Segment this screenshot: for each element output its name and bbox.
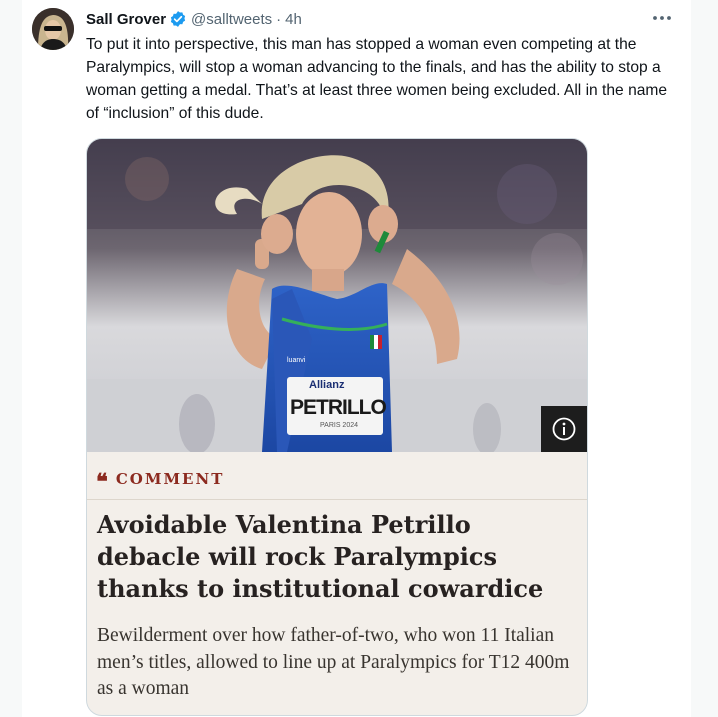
info-button[interactable] [541,406,587,452]
kicker-label: COMMENT [115,470,225,488]
tweet-header: Sall Grover @salltweets · 4h [86,9,302,29]
tweet[interactable]: Sall Grover @salltweets · 4h To put it i… [22,0,691,717]
divider [87,499,587,500]
bib-sponsor: Allianz [309,379,345,391]
bib-event: PARIS 2024 [320,422,359,429]
timestamp[interactable]: 4h [285,11,302,28]
article-kicker: ❝ COMMENT [96,469,225,493]
handle[interactable]: @salltweets [191,11,272,28]
verified-badge-icon [169,10,187,28]
avatar[interactable] [32,8,74,50]
article-image[interactable]: Allianz PETRILLO PARIS 2024 luanvi [87,139,587,452]
link-card[interactable]: Allianz PETRILLO PARIS 2024 luanvi ❝ COM… [86,138,588,716]
separator: · [276,10,282,28]
article-headline[interactable]: Avoidable Valentina Petrillo debacle wil… [97,509,567,605]
article-standfirst: Bewilderment over how father-of-two, who… [97,625,570,699]
more-options-icon[interactable] [650,8,674,28]
bib-name: PETRILLO [290,396,387,419]
tweet-text: To put it into perspective, this man has… [86,36,668,122]
display-name[interactable]: Sall Grover [86,11,166,28]
info-icon [551,416,577,442]
quote-icon: ❝ [96,469,108,495]
kit-brand: luanvi [287,357,306,364]
